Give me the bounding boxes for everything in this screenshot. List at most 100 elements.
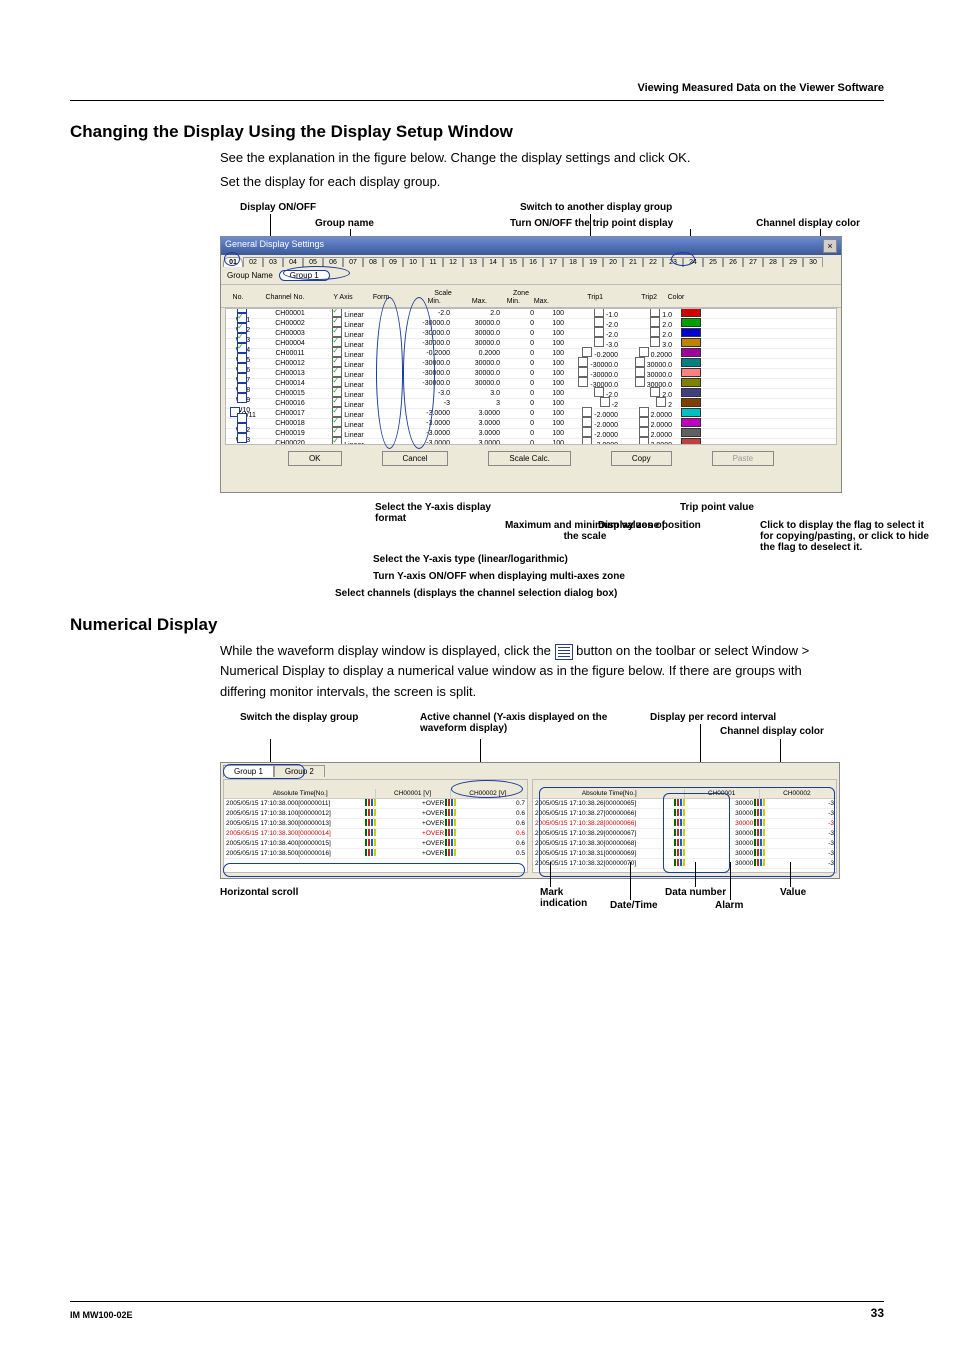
- group-tab-12[interactable]: 12: [443, 257, 463, 267]
- group-tab-21[interactable]: 21: [623, 257, 643, 267]
- row-checkbox[interactable]: [237, 413, 247, 423]
- row-checkbox[interactable]: [237, 423, 247, 433]
- trip2-checkbox[interactable]: [650, 337, 660, 347]
- paste-button[interactable]: Paste: [712, 451, 774, 466]
- trip2-checkbox[interactable]: [650, 327, 660, 337]
- row-checkbox[interactable]: [237, 343, 247, 353]
- color-swatch[interactable]: [681, 438, 701, 446]
- color-swatch[interactable]: [681, 338, 701, 347]
- trip1-checkbox[interactable]: [594, 387, 604, 397]
- trip2-checkbox[interactable]: [635, 367, 645, 377]
- group-tab-03[interactable]: 03: [263, 257, 283, 267]
- color-swatch[interactable]: [681, 348, 701, 357]
- group-tab-07[interactable]: 07: [343, 257, 363, 267]
- row-checkbox[interactable]: [237, 353, 247, 363]
- group-tab-16[interactable]: 16: [523, 257, 543, 267]
- trip1-checkbox[interactable]: [594, 308, 604, 317]
- trip2-checkbox[interactable]: [639, 347, 649, 357]
- settings-row[interactable]: W13CH00019Linear-3.00003.00000100-2.0000…: [226, 429, 836, 439]
- group-tab-20[interactable]: 20: [603, 257, 623, 267]
- group-tab-28[interactable]: 28: [763, 257, 783, 267]
- row-checkbox[interactable]: [237, 383, 247, 393]
- group-tab-25[interactable]: 25: [703, 257, 723, 267]
- trip2-checkbox[interactable]: [656, 397, 666, 407]
- trip1-checkbox[interactable]: [582, 427, 592, 437]
- yaxis-checkbox[interactable]: [332, 437, 342, 445]
- trip2-checkbox[interactable]: [650, 387, 660, 397]
- group-tab-27[interactable]: 27: [743, 257, 763, 267]
- trip1-checkbox[interactable]: [578, 357, 588, 367]
- trip1-checkbox[interactable]: [582, 407, 592, 417]
- settings-row[interactable]: W11CH00017Linear-3.00003.00000100-2.0000…: [226, 409, 836, 419]
- trip2-checkbox[interactable]: [635, 377, 645, 387]
- color-swatch[interactable]: [681, 408, 701, 417]
- settings-row[interactable]: W05CH00011Linear-0.20000.20000100-0.2000…: [226, 349, 836, 359]
- group-tab-15[interactable]: 15: [503, 257, 523, 267]
- group-tab-26[interactable]: 26: [723, 257, 743, 267]
- group-tab-18[interactable]: 18: [563, 257, 583, 267]
- group-tab-08[interactable]: 08: [363, 257, 383, 267]
- group-tab-04[interactable]: 04: [283, 257, 303, 267]
- group-tab-13[interactable]: 13: [463, 257, 483, 267]
- numerical-row[interactable]: 2005/05/15 17:10:38.300[00000013]+OVER0.…: [224, 819, 527, 829]
- settings-row[interactable]: W12CH00018Linear-3.00003.00000100-2.0000…: [226, 419, 836, 429]
- cancel-button[interactable]: Cancel: [382, 451, 449, 466]
- row-checkbox[interactable]: [237, 373, 247, 383]
- group-tab-09[interactable]: 09: [383, 257, 403, 267]
- color-swatch[interactable]: [681, 318, 701, 327]
- color-swatch[interactable]: [681, 398, 701, 407]
- trip2-checkbox[interactable]: [639, 407, 649, 417]
- group-tab-11[interactable]: 11: [423, 257, 443, 267]
- numerical-row[interactable]: 2005/05/15 17:10:38.100[00000012]+OVER0.…: [224, 809, 527, 819]
- color-swatch[interactable]: [681, 418, 701, 427]
- row-checkbox[interactable]: [237, 433, 247, 443]
- copy-button[interactable]: Copy: [611, 451, 672, 466]
- ok-button[interactable]: OK: [288, 451, 342, 466]
- row-checkbox[interactable]: [237, 393, 247, 403]
- group-tab-22[interactable]: 22: [643, 257, 663, 267]
- color-swatch[interactable]: [681, 368, 701, 377]
- settings-row[interactable]: W10CH00016Linear-330100-22: [226, 399, 836, 409]
- trip1-checkbox[interactable]: [578, 377, 588, 387]
- scale-calc-button[interactable]: Scale Calc.: [488, 451, 570, 466]
- trip2-checkbox[interactable]: [635, 357, 645, 367]
- trip2-checkbox[interactable]: [650, 317, 660, 327]
- group-tab-17[interactable]: 17: [543, 257, 563, 267]
- trip1-checkbox[interactable]: [594, 327, 604, 337]
- row-checkbox[interactable]: [237, 363, 247, 373]
- settings-row[interactable]: W06CH00012Linear-30000.030000.00100-3000…: [226, 359, 836, 369]
- trip1-checkbox[interactable]: [594, 317, 604, 327]
- numerical-row[interactable]: 2005/05/15 17:10:38.400[00000015]+OVER0.…: [224, 839, 527, 849]
- group-tab-14[interactable]: 14: [483, 257, 503, 267]
- trip2-checkbox[interactable]: [639, 437, 649, 445]
- trip1-checkbox[interactable]: [582, 437, 592, 445]
- trip2-checkbox[interactable]: [639, 417, 649, 427]
- trip1-checkbox[interactable]: [582, 417, 592, 427]
- settings-row[interactable]: W01CH00001Linear-2.02.00100-1.01.0: [226, 309, 836, 319]
- trip2-checkbox[interactable]: [639, 427, 649, 437]
- settings-row[interactable]: W07CH00013Linear-30000.030000.00100-3000…: [226, 369, 836, 379]
- trip1-checkbox[interactable]: [582, 347, 592, 357]
- group-tab-19[interactable]: 19: [583, 257, 603, 267]
- numerical-row[interactable]: 2005/05/15 17:10:38.500[00000016]+OVER0.…: [224, 849, 527, 859]
- color-swatch[interactable]: [681, 428, 701, 437]
- trip2-checkbox[interactable]: [650, 308, 660, 317]
- settings-row[interactable]: W03CH00003Linear-30000.030000.00100-2.02…: [226, 329, 836, 339]
- group-tab-30[interactable]: 30: [803, 257, 823, 267]
- settings-row[interactable]: W08CH00014Linear-30000.030000.00100-3000…: [226, 379, 836, 389]
- trip1-checkbox[interactable]: [600, 397, 610, 407]
- color-swatch[interactable]: [681, 328, 701, 337]
- color-swatch[interactable]: [681, 388, 701, 397]
- numerical-row[interactable]: 2005/05/15 17:10:38.300[00000014]+OVER0.…: [224, 829, 527, 839]
- settings-row[interactable]: W02CH00002Linear-30000.030000.00100-2.02…: [226, 319, 836, 329]
- settings-row[interactable]: W04CH00004Linear-30000.030000.00100-3.03…: [226, 339, 836, 349]
- group-tab-10[interactable]: 10: [403, 257, 423, 267]
- settings-row[interactable]: W09CH00015Linear-3.03.00100-2.02.0: [226, 389, 836, 399]
- group-tab-29[interactable]: 29: [783, 257, 803, 267]
- group-tab-02[interactable]: 02: [243, 257, 263, 267]
- trip1-checkbox[interactable]: [578, 367, 588, 377]
- numerical-row[interactable]: 2005/05/15 17:10:38.000[00000011]+OVER0.…: [224, 799, 527, 809]
- color-swatch[interactable]: [681, 378, 701, 387]
- color-swatch[interactable]: [681, 308, 701, 317]
- trip1-checkbox[interactable]: [594, 337, 604, 347]
